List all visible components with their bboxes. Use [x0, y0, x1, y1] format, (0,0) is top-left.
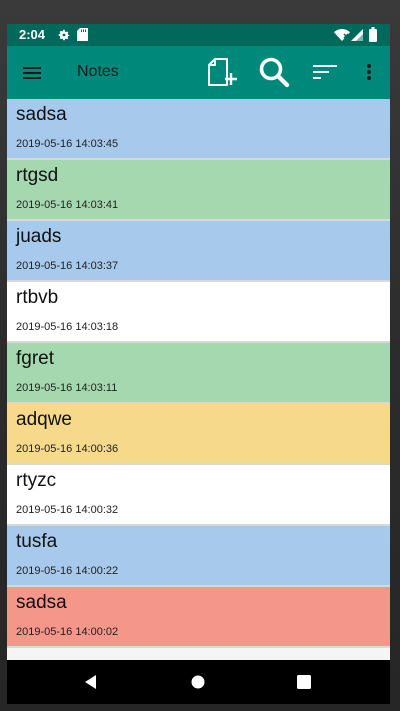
battery-icon	[369, 27, 377, 42]
note-title: adqwe	[16, 409, 72, 430]
note-date: 2019-05-16 14:00:22	[16, 565, 119, 577]
new-note-icon[interactable]	[205, 55, 239, 89]
note-item[interactable]: rtyzc 2019-05-16 14:00:32	[7, 465, 390, 526]
note-title: fgret	[16, 348, 55, 369]
phone-screen: 2:04 Notes sadsa 2019-05-16 14:03:45 rtg…	[7, 24, 390, 704]
gear-icon	[58, 29, 70, 41]
note-item[interactable]: sadsa 2019-05-16 14:03:45	[7, 99, 390, 160]
navigation-bar	[7, 660, 390, 704]
menu-icon[interactable]	[21, 62, 43, 84]
more-icon[interactable]	[359, 60, 379, 84]
note-title: sadsa	[16, 104, 67, 125]
sd-card-icon	[77, 28, 88, 41]
note-item-partial[interactable]	[7, 648, 390, 660]
note-date: 2019-05-16 14:03:45	[16, 138, 119, 150]
search-icon[interactable]	[257, 55, 291, 89]
app-bar: Notes	[7, 46, 390, 99]
note-date: 2019-05-16 14:03:41	[16, 199, 119, 211]
note-item[interactable]: fgret 2019-05-16 14:03:11	[7, 343, 390, 404]
note-date: 2019-05-16 14:00:02	[16, 626, 119, 638]
note-title: rtyzc	[16, 470, 57, 491]
note-date: 2019-05-16 14:03:18	[16, 321, 119, 333]
status-bar: 2:04	[7, 24, 390, 46]
note-item[interactable]: tusfa 2019-05-16 14:00:22	[7, 526, 390, 587]
note-title: rtbvb	[16, 287, 59, 308]
back-icon[interactable]	[83, 674, 99, 690]
note-item[interactable]: sadsa 2019-05-16 14:00:02	[7, 587, 390, 648]
note-item[interactable]: juads 2019-05-16 14:03:37	[7, 221, 390, 282]
wifi-icon	[334, 29, 350, 41]
app-title: Notes	[77, 63, 119, 80]
recent-apps-icon[interactable]	[297, 675, 311, 689]
home-icon[interactable]	[190, 674, 206, 690]
note-date: 2019-05-16 14:00:36	[16, 443, 119, 455]
status-time: 2:04	[19, 27, 46, 42]
note-title: tusfa	[16, 531, 58, 552]
notes-list: sadsa 2019-05-16 14:03:45 rtgsd 2019-05-…	[7, 99, 390, 660]
note-item[interactable]: rtgsd 2019-05-16 14:03:41	[7, 160, 390, 221]
note-item[interactable]: adqwe 2019-05-16 14:00:36	[7, 404, 390, 465]
signal-icon	[351, 29, 363, 41]
sort-icon[interactable]	[312, 60, 338, 84]
note-date: 2019-05-16 14:03:11	[16, 382, 118, 394]
note-title: juads	[16, 226, 62, 247]
note-title: sadsa	[16, 592, 67, 613]
note-date: 2019-05-16 14:03:37	[16, 260, 119, 272]
note-title: rtgsd	[16, 165, 59, 186]
note-item[interactable]: rtbvb 2019-05-16 14:03:18	[7, 282, 390, 343]
note-date: 2019-05-16 14:00:32	[16, 504, 119, 516]
